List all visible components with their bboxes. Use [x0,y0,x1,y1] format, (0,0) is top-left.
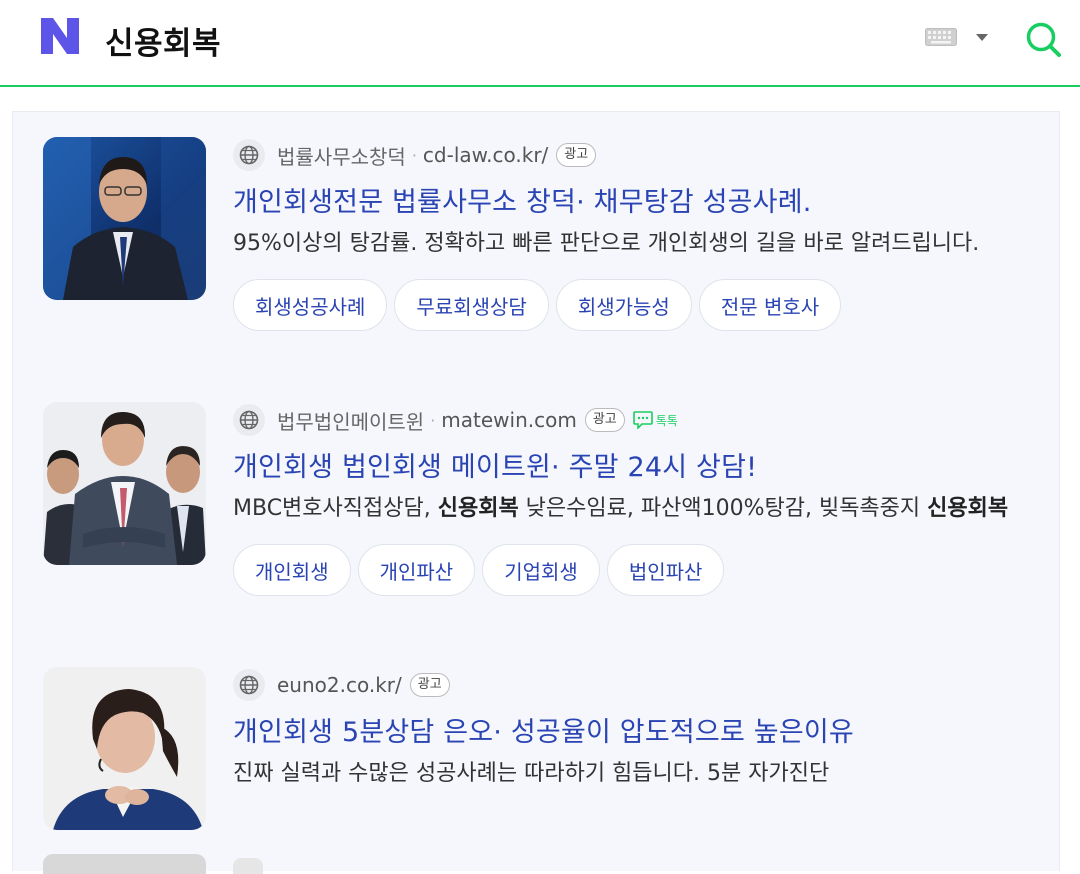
ad-title[interactable]: 개인회생 법인회생 메이트윈· 주말 24시 상담! [233,450,1033,486]
sitelink-chip[interactable]: 개인파산 [357,544,476,596]
sitelink-chip[interactable]: 법인파산 [606,544,725,596]
sitelink-chip[interactable]: 회생가능성 [555,279,692,331]
caret-down-icon[interactable] [976,34,988,42]
talktalk-button[interactable]: 톡톡 [632,411,678,429]
sitelink-chip[interactable]: 회생성공사례 [233,279,388,331]
ad-description[interactable]: MBC변호사직접상담, 신용회복 낮은수임료, 파산액100%탕감, 빚독촉중지… [233,490,1023,528]
ad-source[interactable]: euno2.co.kr/ 광고 [233,667,1033,703]
ad-source[interactable]: 법률사무소창덕 · cd-law.co.kr/ 광고 [233,137,1033,173]
ad-badge[interactable]: 광고 [409,673,450,697]
ad-thumbnail[interactable] [43,137,206,300]
ad-description[interactable]: 진짜 실력과 수많은 성공사례는 따라하기 힘듭니다. 5분 자가진단 [233,755,1023,793]
keyboard-icon[interactable] [925,28,957,46]
sitelink-chip[interactable]: 기업회생 [482,544,600,596]
sitelink-chip[interactable]: 무료회생상담 [394,279,549,331]
desc-keyword: 신용회복 [927,496,1009,521]
ad-thumbnail[interactable] [43,667,206,830]
sitelink-chip[interactable]: 개인회생 [233,544,351,596]
ad-thumbnail[interactable] [43,402,206,565]
ad-sitelinks: 회생성공사례 무료회생상담 회생가능성 전문 변호사 [233,279,1033,331]
desc-text: 낮은수임료, 파산액100%탕감, 빚독촉중지 [518,496,928,521]
search-icon[interactable] [1024,20,1064,60]
ad-results-panel: 법률사무소창덕 · cd-law.co.kr/ 광고 개인회생전문 법률사무소 … [12,111,1060,874]
ad-badge[interactable]: 광고 [584,408,625,432]
chat-bubble-icon [632,411,653,429]
ad-source-name[interactable]: 법률사무소창덕 [277,141,406,170]
ad-title[interactable]: 개인회생전문 법률사무소 창덕· 채무탕감 성공사례. [233,185,1033,221]
globe-icon [233,404,265,436]
next-ad-thumbnail-peek [43,854,206,874]
ad-url[interactable]: matewin.com [441,408,577,432]
talktalk-label: 톡톡 [655,413,678,428]
ad-title[interactable]: 개인회생 5분상담 은오· 성공율이 압도적으로 높은이유 [233,715,1033,751]
search-header: 신용회복 [0,0,1080,87]
ad-badge[interactable]: 광고 [556,143,597,167]
search-query[interactable]: 신용회복 [105,18,221,63]
separator-dot: · [430,410,436,430]
globe-icon [233,139,265,171]
ad-description[interactable]: 95%이상의 탕감률. 정확하고 빠른 판단으로 개인회생의 길을 바로 알려드… [233,225,1023,263]
ad-source[interactable]: 법무법인메이트윈 · matewin.com 광고 톡톡 [233,402,1033,438]
ad-source-name[interactable]: 법무법인메이트윈 [277,406,424,435]
desc-text: MBC변호사직접상담, [233,496,438,521]
globe-icon [233,669,265,701]
ad-sitelinks: 개인회생 개인파산 기업회생 법인파산 [233,544,1033,596]
separator-dot: · [411,145,417,165]
sitelink-chip[interactable]: 전문 변호사 [698,279,842,331]
ad-url[interactable]: cd-law.co.kr/ [423,143,548,167]
naver-logo-icon[interactable] [38,16,82,56]
desc-keyword: 신용회복 [437,496,519,521]
next-ad-icon-peek [233,858,263,874]
ad-url[interactable]: euno2.co.kr/ [277,673,402,697]
